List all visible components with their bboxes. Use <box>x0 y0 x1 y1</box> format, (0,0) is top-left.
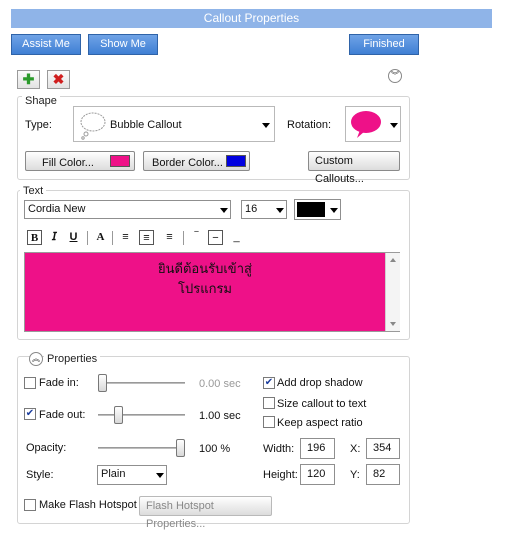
italic-button[interactable]: 𝘐 <box>47 230 62 245</box>
rotation-label: Rotation: <box>287 119 332 131</box>
fade-out-label: Fade out: <box>39 409 86 421</box>
underline-button[interactable]: U <box>66 230 81 245</box>
x-label: X: <box>350 443 361 455</box>
keep-aspect-checkbox[interactable] <box>263 416 275 428</box>
callout-text-area[interactable]: ยินดีต้อนรับเข้าสู่ โปรแกรม <box>24 252 400 332</box>
y-label: Y: <box>350 469 360 481</box>
align-right-icon[interactable]: ≡ <box>162 230 177 245</box>
bubble-callout-icon <box>80 112 106 140</box>
width-input[interactable]: 196 <box>300 438 335 459</box>
height-label: Height: <box>263 469 298 481</box>
delete-callout-button[interactable]: ✖ <box>47 70 70 89</box>
type-select[interactable]: Bubble Callout <box>73 106 275 142</box>
scroll-up-icon[interactable] <box>390 258 396 262</box>
style-label: Style: <box>26 469 54 481</box>
style-dropdown-arrow-icon <box>156 473 164 478</box>
font-value: Cordia New <box>28 203 86 215</box>
width-label: Width: <box>263 443 295 455</box>
window-title: Callout Properties <box>11 9 492 28</box>
properties-legend: Properties <box>44 353 101 365</box>
font-size-select[interactable]: 16 <box>241 200 287 219</box>
collapse-all-icon[interactable]: ︾ <box>388 69 402 83</box>
size-to-text-label: Size callout to text <box>277 398 367 410</box>
text-color-swatch <box>297 202 325 217</box>
border-color-label: Border Color... <box>152 157 223 169</box>
x-input[interactable]: 354 <box>366 438 400 459</box>
drop-shadow-checkbox[interactable]: ✔ <box>263 377 275 389</box>
y-input[interactable]: 82 <box>366 464 400 485</box>
height-input[interactable]: 120 <box>300 464 335 485</box>
text-content-line: โปรแกรม <box>177 281 233 296</box>
show-me-button[interactable]: Show Me <box>88 34 158 55</box>
custom-callouts-button[interactable]: Custom Callouts... <box>308 151 400 185</box>
fade-out-slider-thumb[interactable] <box>114 406 123 424</box>
opacity-slider-thumb[interactable] <box>176 439 185 457</box>
rotation-dropdown-arrow-icon <box>390 123 398 128</box>
align-middle-icon[interactable]: − <box>208 230 223 245</box>
font-style-icon[interactable]: A <box>93 230 108 245</box>
delete-icon: ✖ <box>52 71 65 87</box>
fade-in-label: Fade in: <box>39 377 79 389</box>
font-size-dropdown-arrow-icon <box>276 208 284 213</box>
fill-color-button[interactable]: Fill Color... <box>25 151 135 171</box>
toolbar-divider <box>112 231 113 245</box>
style-value: Plain <box>101 468 126 480</box>
align-left-icon[interactable]: ≡ <box>118 230 133 245</box>
size-to-text-checkbox[interactable] <box>263 397 275 409</box>
fade-in-checkbox[interactable] <box>24 377 36 389</box>
opacity-slider[interactable] <box>98 447 185 449</box>
fade-out-checkbox[interactable]: ✔ <box>24 408 36 420</box>
type-dropdown-arrow-icon <box>262 123 270 128</box>
text-scrollbar[interactable] <box>385 253 400 331</box>
keep-aspect-label: Keep aspect ratio <box>277 417 363 429</box>
assist-me-button[interactable]: Assist Me <box>11 34 81 55</box>
type-value: Bubble Callout <box>110 119 182 131</box>
rotation-preview-icon <box>351 111 381 138</box>
add-callout-button[interactable]: ✚ <box>17 70 40 89</box>
fill-color-label: Fill Color... <box>42 157 94 169</box>
scroll-down-icon[interactable] <box>390 322 396 326</box>
flash-hotspot-properties-button[interactable]: Flash Hotspot Properties... <box>139 496 272 530</box>
fade-out-slider[interactable] <box>98 414 185 416</box>
font-size-value: 16 <box>245 203 258 215</box>
type-label: Type: <box>25 119 52 131</box>
flash-hotspot-label: Make Flash Hotspot <box>39 499 137 511</box>
shape-legend: Shape <box>22 95 60 107</box>
fade-out-value: 1.00 sec <box>199 410 241 422</box>
plus-icon: ✚ <box>22 71 35 87</box>
toolbar-divider <box>87 231 88 245</box>
flash-hotspot-checkbox[interactable] <box>24 499 36 511</box>
toolbar-divider <box>183 231 184 245</box>
align-top-icon[interactable]: ‾ <box>189 230 204 245</box>
opacity-label: Opacity: <box>26 442 67 454</box>
text-color-dropdown-arrow-icon <box>330 208 338 213</box>
fade-in-value: 0.00 sec <box>199 378 241 390</box>
fade-in-slider-thumb[interactable] <box>98 374 107 392</box>
align-center-icon[interactable]: ≡ <box>139 230 154 245</box>
text-legend: Text <box>20 185 47 197</box>
font-dropdown-arrow-icon <box>220 208 228 213</box>
collapse-properties-icon[interactable]: ︽ <box>29 352 43 366</box>
rotation-select[interactable] <box>345 106 401 142</box>
fade-in-slider[interactable] <box>98 382 185 384</box>
opacity-value: 100 % <box>199 443 231 455</box>
font-select[interactable]: Cordia New <box>24 200 231 219</box>
align-bottom-icon[interactable]: _ <box>229 230 244 245</box>
finished-button[interactable]: Finished <box>349 34 419 55</box>
fill-color-swatch <box>110 155 130 167</box>
border-color-swatch <box>226 155 246 167</box>
text-content-line: ยินดีต้อนรับเข้าสู่ <box>158 261 252 276</box>
drop-shadow-label: Add drop shadow <box>277 377 363 389</box>
text-color-select[interactable] <box>294 199 341 220</box>
border-color-button[interactable]: Border Color... <box>143 151 250 171</box>
style-select[interactable]: Plain <box>97 465 167 485</box>
bold-button[interactable]: B <box>27 230 42 245</box>
